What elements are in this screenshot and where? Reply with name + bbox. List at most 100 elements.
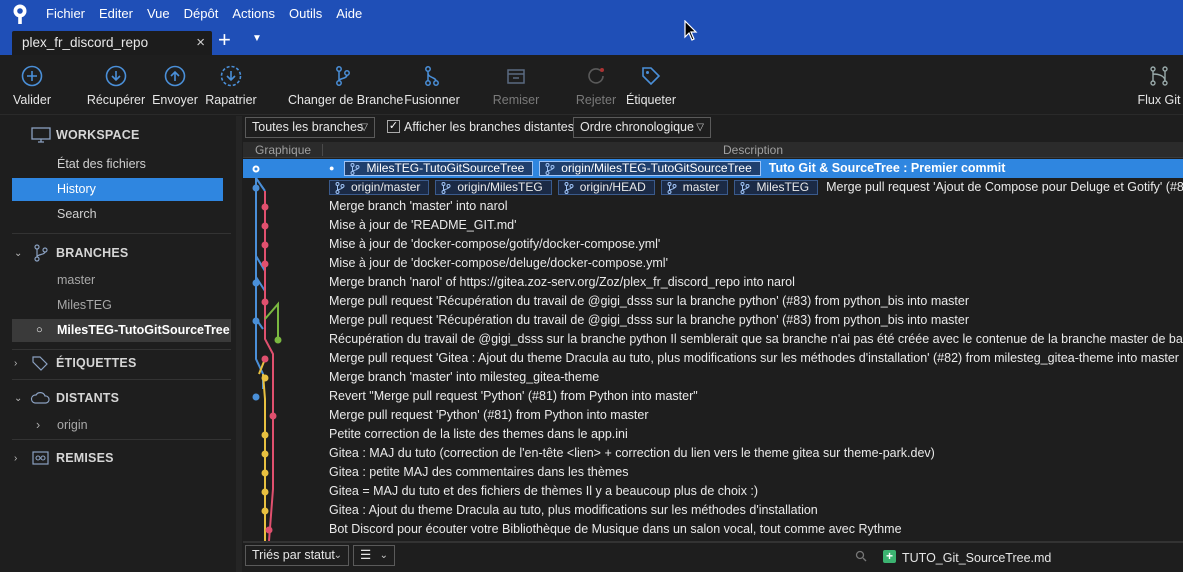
history-panel: Toutes les branches ▽ ✓ Afficher les bra…	[243, 116, 1183, 572]
recuperer-button[interactable]: Récupérer	[86, 55, 146, 115]
menu-vue[interactable]: Vue	[147, 6, 170, 22]
menu-editer[interactable]: Editer	[99, 6, 133, 22]
tag-icon	[32, 356, 48, 371]
sidebar-branch-milesteg[interactable]: MilesTEG	[12, 294, 223, 317]
workspace-title: WORKSPACE	[56, 128, 140, 142]
branch-icon	[545, 162, 555, 175]
branch-ref-label: MilesTEG-TutoGitSourceTree	[366, 161, 525, 175]
commit-message: Gitea = MAJ du tuto et des fichiers de t…	[329, 484, 759, 498]
menu-actions[interactable]: Actions	[232, 6, 275, 22]
columns-header: Graphique Description	[243, 142, 1183, 158]
fusionner-button[interactable]: Fusionner	[404, 55, 460, 115]
sidebar-item-etat-fichiers[interactable]: État des fichiers	[12, 153, 223, 176]
commit-message: Merge pull request 'Récupération du trav…	[329, 313, 970, 327]
chevron-right-icon: ›	[14, 452, 18, 464]
etiquettes-header[interactable]: › ÉTIQUETTES	[0, 351, 136, 375]
column-divider[interactable]	[322, 144, 323, 156]
commit-message: Gitea : petite MAJ des commentaires dans…	[329, 465, 629, 479]
distants-header[interactable]: ⌄ DISTANTS	[0, 386, 119, 410]
list-view-icon: ☰	[360, 548, 372, 562]
chevron-right-icon: ›	[36, 418, 41, 432]
branch-ref-badge[interactable]: MilesTEG	[734, 180, 819, 195]
valider-button[interactable]: Valider	[8, 55, 56, 115]
commit-row[interactable]: Bot Discord pour écouter votre Bibliothè…	[243, 520, 1183, 539]
envoyer-button[interactable]: Envoyer	[151, 55, 199, 115]
monitor-icon	[31, 127, 51, 143]
commit-row[interactable]: Merge branch 'narol' of https://gitea.zo…	[243, 273, 1183, 292]
branch-ref-label: origin/master	[351, 180, 421, 194]
branch-icon	[350, 162, 360, 175]
sidebar-branch-current[interactable]: ○ MilesTEG-TutoGitSourceTree	[12, 319, 231, 342]
commit-row[interactable]: Merge pull request 'Gitea : Ajout du the…	[243, 349, 1183, 368]
menu-depot[interactable]: Dépôt	[184, 6, 219, 22]
sidebar-item-search[interactable]: Search	[12, 203, 223, 226]
changer-branche-button[interactable]: Changer de Branche	[288, 55, 403, 115]
branch-ref-badge[interactable]: origin/master	[329, 180, 430, 195]
close-icon[interactable]: ×	[196, 34, 205, 51]
commit-message: Bot Discord pour écouter votre Bibliothè…	[329, 522, 902, 536]
sidebar-scrollbar[interactable]	[236, 116, 242, 572]
commit-row[interactable]: Gitea = MAJ du tuto et des fichiers de t…	[243, 482, 1183, 501]
graph-column-header[interactable]: Graphique	[255, 143, 311, 157]
commit-row[interactable]: ● MilesTEG-TutoGitSourceTree origin/MilesT…	[243, 159, 1183, 178]
commit-message: Mise à jour de 'docker-compose/gotify/do…	[329, 237, 661, 251]
repo-tab[interactable]: plex_fr_discord_repo ×	[12, 31, 212, 55]
commit-row[interactable]: Petite correction de la liste des themes…	[243, 425, 1183, 444]
commit-message: Mise à jour de 'docker-compose/deluge/do…	[329, 256, 668, 270]
order-dropdown[interactable]: Ordre chronologique ▽	[573, 117, 711, 138]
menu-aide[interactable]: Aide	[336, 6, 362, 22]
sidebar-remote-origin[interactable]: › origin	[12, 414, 223, 437]
search-icon[interactable]	[855, 550, 867, 562]
description-column-header[interactable]: Description	[723, 143, 783, 157]
commit-row[interactable]: Gitea : MAJ du tuto (correction de l'en-…	[243, 444, 1183, 463]
sidebar-item-history[interactable]: History	[12, 178, 223, 201]
commit-row[interactable]: Gitea : petite MAJ des commentaires dans…	[243, 463, 1183, 482]
commit-row[interactable]: Merge pull request 'Récupération du trav…	[243, 311, 1183, 330]
current-branch-icon: ○	[36, 324, 43, 336]
branches-filter-dropdown[interactable]: Toutes les branches ▽	[245, 117, 375, 138]
commit-row[interactable]: Récupération du travail de @gigi_dsss su…	[243, 330, 1183, 349]
branches-header[interactable]: ⌄ BRANCHES	[0, 241, 128, 265]
commit-row[interactable]: Merge pull request 'Python' (#81) from P…	[243, 406, 1183, 425]
sourcetree-logo-icon[interactable]	[11, 4, 29, 24]
branches-filter-value: Toutes les branches	[252, 120, 364, 134]
commit-row[interactable]: Mise à jour de 'docker-compose/deluge/do…	[243, 254, 1183, 273]
branch-ref-badge[interactable]: origin/MilesTEG-TutoGitSourceTree	[539, 161, 761, 176]
menu-bar: Fichier Editer Vue Dépôt Actions Outils …	[46, 6, 376, 22]
commit-row[interactable]: Gitea : Ajout du theme Dracula au tuto, …	[243, 501, 1183, 520]
rapatrier-button[interactable]: Rapatrier	[204, 55, 258, 115]
flux-git-button[interactable]: Flux Git	[1136, 55, 1182, 115]
tab-list-chevron-icon[interactable]: ▼	[252, 33, 262, 44]
menu-fichier[interactable]: Fichier	[46, 6, 85, 22]
remote-branches-label[interactable]: Afficher les branches distantes	[404, 120, 574, 134]
workspace-header[interactable]: WORKSPACE	[0, 123, 140, 147]
remises-title: REMISES	[56, 451, 114, 465]
remises-header[interactable]: › REMISES	[0, 446, 114, 470]
changed-file-name[interactable]: TUTO_Git_SourceTree.md	[902, 551, 1051, 565]
menu-outils[interactable]: Outils	[289, 6, 322, 22]
branch-ref-badge[interactable]: master	[660, 180, 729, 195]
new-tab-icon[interactable]: +	[218, 29, 231, 51]
rejeter-button[interactable]: Rejeter	[574, 55, 618, 115]
branch-ref-badge[interactable]: origin/MilesTEG	[435, 180, 552, 195]
commit-row[interactable]: Merge branch 'master' into narol	[243, 197, 1183, 216]
sidebar-branch-master[interactable]: master	[12, 269, 223, 292]
commit-row[interactable]: origin/master origin/MilesTEG origin/HEAD m…	[243, 178, 1183, 197]
divider	[12, 233, 231, 234]
view-mode-dropdown[interactable]: ☰ ⌄	[353, 545, 395, 566]
remote-branches-checkbox[interactable]: ✓	[387, 120, 400, 133]
recuperer-label: Récupérer	[86, 93, 146, 107]
branch-ref-badge[interactable]: origin/HEAD	[557, 180, 655, 195]
sort-dropdown[interactable]: Triés par statut ⌄	[245, 545, 349, 566]
sort-value: Triés par statut	[252, 548, 335, 562]
discard-icon	[588, 68, 604, 84]
commit-row[interactable]: Mise à jour de 'docker-compose/gotify/do…	[243, 235, 1183, 254]
commit-row[interactable]: Merge pull request 'Récupération du trav…	[243, 292, 1183, 311]
branch-ref-badge[interactable]: MilesTEG-TutoGitSourceTree	[344, 161, 534, 176]
etiqueter-button[interactable]: Étiqueter	[625, 55, 677, 115]
remiser-button[interactable]: Remiser	[492, 55, 540, 115]
commit-row[interactable]: Merge branch 'master' into milesteg_gite…	[243, 368, 1183, 387]
commit-row[interactable]: Mise à jour de 'README_GIT.md'	[243, 216, 1183, 235]
commit-row[interactable]: Revert "Merge pull request 'Python' (#81…	[243, 387, 1183, 406]
mouse-cursor-icon	[684, 20, 698, 41]
